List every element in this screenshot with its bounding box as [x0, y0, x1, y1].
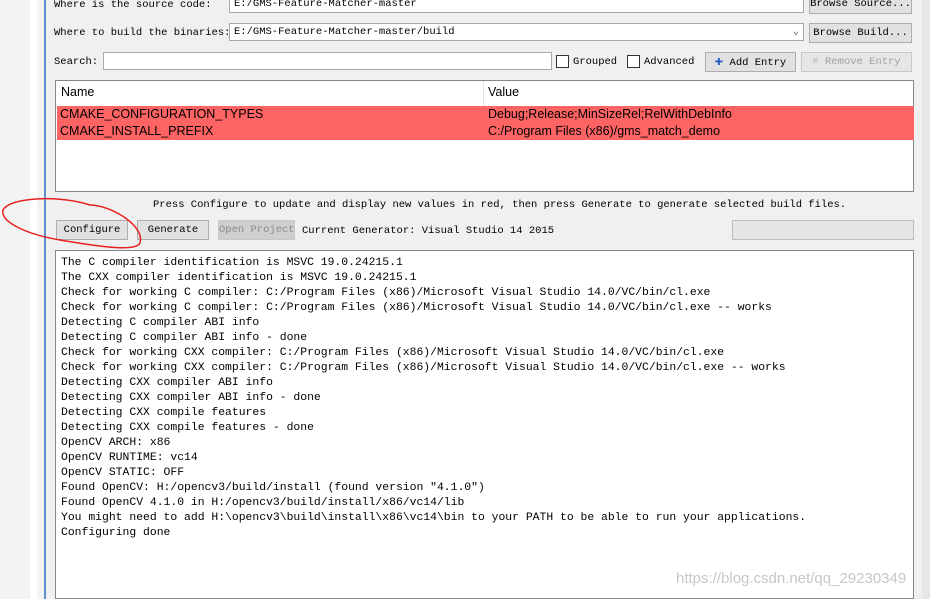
advanced-label: Advanced — [644, 56, 695, 68]
watermark: https://blog.csdn.net/qq_29230349 — [676, 570, 907, 587]
name-header[interactable]: Name — [61, 85, 94, 99]
current-generator: Current Generator: Visual Studio 14 2015 — [302, 225, 555, 237]
row-name: CMAKE_INSTALL_PREFIX — [60, 124, 214, 138]
browse-source-button[interactable]: Browse Source... — [809, 0, 912, 14]
log-line: Check for working C compiler: C:/Program… — [61, 287, 711, 299]
background-window — [0, 0, 46, 599]
background-window-right — [922, 0, 930, 599]
open-project-button[interactable]: Open Project — [218, 220, 295, 240]
log-line: Found OpenCV: H:/opencv3/build/install (… — [61, 482, 485, 494]
cmake-gui-window: Where is the source code: E:/GMS-Feature… — [46, 0, 922, 599]
remove-entry-button[interactable]: ✖ Remove Entry — [801, 52, 912, 72]
output-log: The C compiler identification is MSVC 19… — [55, 250, 914, 599]
add-entry-label: Add Entry — [729, 57, 787, 69]
row-value: Debug;Release;MinSizeRel;RelWithDebInfo — [488, 107, 732, 121]
red-annotation-circle — [2, 197, 142, 249]
row-value: C:/Program Files (x86)/gms_match_demo — [488, 124, 721, 138]
source-label: Where is the source code: — [54, 0, 212, 11]
log-line: Found OpenCV 4.1.0 in H:/opencv3/build/i… — [61, 497, 465, 509]
log-line: Check for working CXX compiler: C:/Progr… — [61, 347, 725, 359]
progress-bar — [732, 220, 914, 240]
hint-text: Press Configure to update and display ne… — [153, 199, 847, 211]
log-line: Detecting C compiler ABI info - done — [61, 332, 308, 344]
plus-icon: ✚ — [714, 54, 724, 70]
log-line: The C compiler identification is MSVC 19… — [61, 257, 403, 269]
log-line: OpenCV STATIC: OFF — [61, 467, 185, 479]
advanced-checkbox[interactable] — [627, 55, 640, 68]
build-label: Where to build the binaries: — [54, 27, 231, 39]
search-label: Search: — [54, 56, 99, 68]
log-line: Check for working CXX compiler: C:/Progr… — [61, 362, 786, 374]
log-line: OpenCV ARCH: x86 — [61, 437, 171, 449]
build-value: E:/GMS-Feature-Matcher-master/build — [234, 26, 455, 38]
log-line: Configuring done — [61, 527, 171, 539]
log-line: Detecting CXX compile features - done — [61, 422, 314, 434]
log-line: OpenCV RUNTIME: vc14 — [61, 452, 198, 464]
log-line: Detecting CXX compiler ABI info — [61, 377, 273, 389]
log-line: You might need to add H:\opencv3\build\i… — [61, 512, 807, 524]
value-header[interactable]: Value — [488, 85, 519, 99]
browse-build-button[interactable]: Browse Build... — [809, 23, 912, 43]
log-line: The CXX compiler identification is MSVC … — [61, 272, 417, 284]
build-field[interactable]: E:/GMS-Feature-Matcher-master/build ⌄ — [229, 23, 804, 41]
grouped-label: Grouped — [573, 56, 618, 68]
source-field[interactable]: E:/GMS-Feature-Matcher-master — [229, 0, 804, 13]
log-line: Check for working C compiler: C:/Program… — [61, 302, 772, 314]
grouped-checkbox[interactable] — [556, 55, 569, 68]
log-line: Detecting CXX compile features — [61, 407, 267, 419]
search-input[interactable] — [103, 52, 552, 70]
table-row[interactable]: CMAKE_INSTALL_PREFIX C:/Program Files (x8… — [57, 123, 914, 140]
log-line: Detecting C compiler ABI info — [61, 317, 260, 329]
row-name: CMAKE_CONFIGURATION_TYPES — [60, 107, 264, 121]
remove-icon: ✖ — [812, 56, 819, 68]
chevron-down-icon[interactable]: ⌄ — [793, 24, 799, 40]
log-line: Detecting CXX compiler ABI info - done — [61, 392, 321, 404]
cache-table: Name Value CMAKE_CONFIGURATION_TYPES Debu… — [55, 80, 914, 192]
remove-entry-label: Remove Entry — [825, 56, 901, 68]
table-row[interactable]: CMAKE_CONFIGURATION_TYPES Debug;Release;M… — [57, 106, 914, 123]
add-entry-button[interactable]: ✚ Add Entry — [705, 52, 796, 72]
